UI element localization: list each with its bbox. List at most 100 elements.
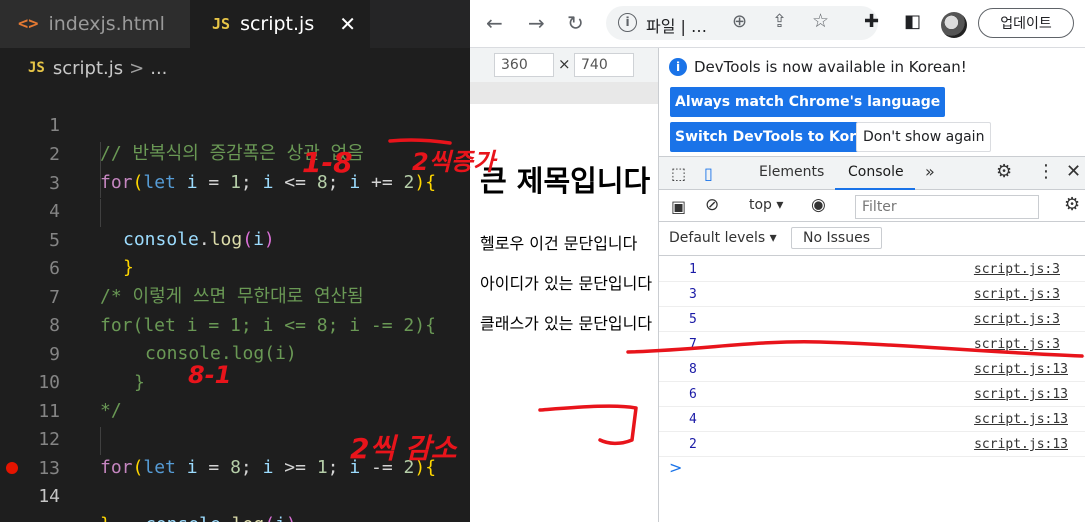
info-icon: i xyxy=(669,58,687,76)
tab-elements[interactable]: Elements xyxy=(759,164,824,180)
log-value: 3 xyxy=(689,287,697,302)
console-settings-gear-icon[interactable]: ⚙ xyxy=(1064,194,1080,215)
code-line[interactable]: 14 } xyxy=(0,455,470,522)
log-source-link[interactable]: script.js:3 xyxy=(974,332,1060,357)
eye-icon[interactable]: ◉ xyxy=(811,195,826,215)
code-line[interactable]: 4 } xyxy=(0,170,470,278)
log-source-link[interactable]: script.js:13 xyxy=(974,432,1068,457)
devtools-panel: i DevTools is now available in Korean! A… xyxy=(658,48,1085,522)
js-file-icon: JS xyxy=(212,15,231,33)
sidebar-toggle-icon[interactable]: ▣ xyxy=(671,197,686,216)
breadcrumb[interactable]: JS script.js > ... xyxy=(28,57,167,79)
code-line[interactable]: 13 console.log(i) xyxy=(0,427,470,522)
devtools-language-notice: i DevTools is now available in Korean! xyxy=(669,58,967,76)
log-source-link[interactable]: script.js:13 xyxy=(974,407,1068,432)
clear-console-icon[interactable]: ⊘ xyxy=(705,195,719,215)
bookmark-star-icon[interactable]: ☆ xyxy=(812,10,829,32)
code-line[interactable]: 1 // 반복식의 증감폭은 상관 없음 xyxy=(0,84,470,164)
console-row: 3 script.js:3 xyxy=(659,282,1085,307)
default-levels-select[interactable]: Default levels ▾ xyxy=(669,230,777,246)
avatar[interactable] xyxy=(941,12,967,38)
device-height-input[interactable]: 740 xyxy=(574,53,634,77)
close-devtools-icon[interactable]: ✕ xyxy=(1066,161,1081,182)
filter-input[interactable]: Filter xyxy=(855,195,1039,219)
dimension-separator: × xyxy=(558,55,571,73)
log-source-link[interactable]: script.js:3 xyxy=(974,282,1060,307)
log-source-link[interactable]: script.js:13 xyxy=(974,382,1068,407)
tab-label: script.js xyxy=(240,13,315,35)
tab-indexjs-html[interactable]: <> indexjs.html xyxy=(0,0,190,48)
issues-button[interactable]: No Issues xyxy=(791,227,882,249)
zoom-icon[interactable]: ⊕ xyxy=(732,11,747,32)
breakpoint-icon[interactable] xyxy=(6,462,18,474)
tab-console[interactable]: Console xyxy=(848,164,904,180)
console-row: 4 script.js:13 xyxy=(659,407,1085,432)
side-panel-icon[interactable]: ◧ xyxy=(904,11,921,32)
kebab-menu-icon[interactable]: ⋮ xyxy=(1037,161,1055,182)
code-line[interactable]: 12 for(let i = 8; i >= 1; i -= 2){ xyxy=(0,398,470,478)
always-match-language-button[interactable]: Always match Chrome's language xyxy=(670,87,946,117)
share-icon[interactable]: ⇪ xyxy=(772,11,787,32)
console-row: 6 script.js:13 xyxy=(659,382,1085,407)
code-line[interactable]: 10 */ xyxy=(0,341,470,421)
page-viewport: 큰 제목입니다 헬로우 이건 문단입니다 아이디가 있는 문단입니다 클래스가 … xyxy=(470,104,658,522)
code-editor: <> indexjs.html JS script.js ✕ JS script… xyxy=(0,0,470,522)
page-paragraph-class: 클래스가 있는 문단입니다 xyxy=(480,314,653,333)
code-line[interactable]: 6 /* 이렇게 쓰면 무한대로 연산됨 xyxy=(0,227,470,307)
code-line[interactable]: 5 xyxy=(0,199,470,251)
device-toggle-icon[interactable]: ▯ xyxy=(704,164,713,183)
log-value: 4 xyxy=(689,412,697,427)
log-value: 5 xyxy=(689,312,697,327)
back-icon[interactable]: ← xyxy=(486,11,503,35)
js-file-icon: JS xyxy=(28,60,45,76)
close-icon[interactable]: ✕ xyxy=(339,12,356,36)
browser-window: ← → ↻ i 파일 | … ⊕ ⇪ ☆ ✚ ◧ 업데이트 360 × 740 … xyxy=(470,0,1085,522)
html-file-icon: <> xyxy=(18,14,39,34)
address-bar[interactable]: i 파일 | … ⊕ ⇪ ☆ xyxy=(606,6,878,40)
more-tabs-icon[interactable]: » xyxy=(925,162,935,181)
tab-script-js[interactable]: JS script.js ✕ xyxy=(190,0,370,48)
device-ruler xyxy=(470,82,658,104)
editor-tab-bar: <> indexjs.html JS script.js ✕ xyxy=(0,0,470,48)
code-text: } xyxy=(100,511,111,522)
code-line[interactable]: 7 for(let i = 1; i <= 8; i -= 2){ xyxy=(0,256,470,336)
line-number: 14 xyxy=(38,486,60,507)
info-icon[interactable]: i xyxy=(618,13,637,32)
settings-gear-icon[interactable]: ⚙ xyxy=(996,161,1012,182)
update-button[interactable]: 업데이트 xyxy=(978,8,1074,38)
log-source-link[interactable]: script.js:13 xyxy=(974,357,1068,382)
forward-icon[interactable]: → xyxy=(528,11,545,35)
console-levels-bar: Default levels ▾ No Issues xyxy=(659,222,1085,256)
inspect-element-icon[interactable]: ⬚ xyxy=(671,164,686,183)
console-prompt[interactable]: > xyxy=(669,458,682,477)
indent-guide xyxy=(100,142,101,170)
address-text: 파일 | … xyxy=(646,17,708,36)
chevron-right-icon: > xyxy=(129,57,145,79)
extensions-icon[interactable]: ✚ xyxy=(864,11,879,32)
dont-show-again-button[interactable]: Don't show again xyxy=(856,122,992,152)
tab-label: indexjs.html xyxy=(48,13,165,35)
reload-icon[interactable]: ↻ xyxy=(567,11,584,35)
levels-label: Default levels xyxy=(669,230,766,246)
log-source-link[interactable]: script.js:3 xyxy=(974,307,1060,332)
code-line[interactable]: 11 xyxy=(0,370,470,422)
devtools-tab-bar: ⬚ ▯ Elements Console » ⚙ ⋮ ✕ xyxy=(659,156,1085,190)
console-row: 7 script.js:3 xyxy=(659,332,1085,357)
context-select[interactable]: top ▾ xyxy=(749,197,783,213)
code-line[interactable]: 2 for(let i = 1; i <= 8; i += 2){ xyxy=(0,113,470,193)
console-toolbar: ▣ ⊘ top ▾ ◉ Filter ⚙ xyxy=(659,190,1085,222)
console-row: 2 script.js:13 xyxy=(659,432,1085,457)
notice-text: DevTools is now available in Korean! xyxy=(694,58,967,76)
code-line[interactable]: 8 console.log(i) xyxy=(0,284,470,364)
log-value: 1 xyxy=(689,262,697,277)
log-value: 7 xyxy=(689,337,697,352)
code-line[interactable]: 9 } xyxy=(0,313,470,393)
console-row: 5 script.js:3 xyxy=(659,307,1085,332)
log-value: 6 xyxy=(689,387,697,402)
breadcrumb-file[interactable]: script.js xyxy=(53,58,123,79)
device-width-input[interactable]: 360 xyxy=(494,53,554,77)
indent-guide xyxy=(100,199,101,227)
log-source-link[interactable]: script.js:3 xyxy=(974,257,1060,282)
code-line[interactable]: 3 console.log(i) xyxy=(0,142,470,250)
breadcrumb-rest[interactable]: ... xyxy=(150,58,167,79)
